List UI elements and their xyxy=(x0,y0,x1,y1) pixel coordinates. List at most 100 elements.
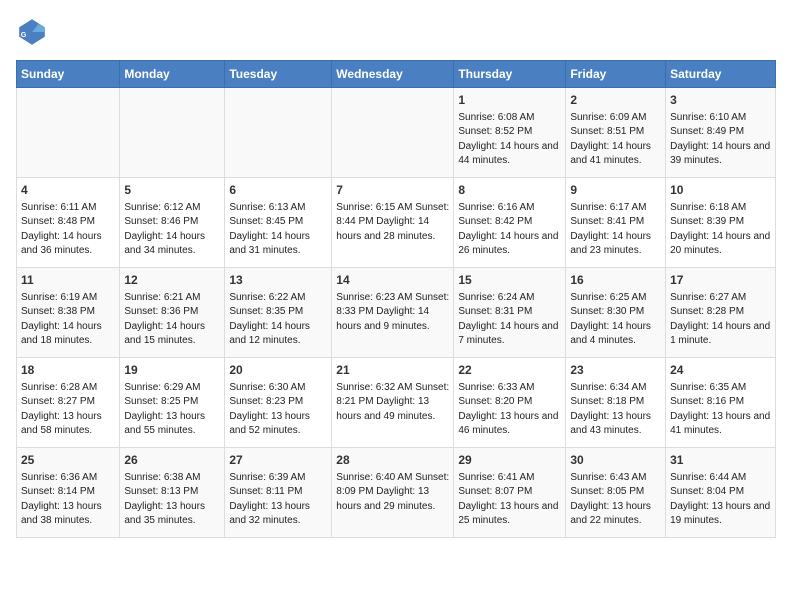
calendar-cell: 23 Sunrise: 6:34 AM Sunset: 8:18 PM Dayli… xyxy=(566,358,666,448)
cell-content: Sunrise: 6:38 AM Sunset: 8:13 PM Dayligh… xyxy=(124,471,220,529)
calendar-cell: 30Sunrise: 6:43 AM Sunset: 8:05 PM Dayli… xyxy=(566,448,666,538)
calendar-cell xyxy=(332,88,454,178)
calendar-cell: 26 Sunrise: 6:38 AM Sunset: 8:13 PM Dayli… xyxy=(120,448,225,538)
weekday-header-monday: Monday xyxy=(120,61,225,88)
cell-content: Sunrise: 6:23 AM Sunset: 8:33 PM Dayligh… xyxy=(336,291,449,335)
calendar-cell xyxy=(225,88,332,178)
cell-content: Sunrise: 6:24 AM Sunset: 8:31 PM Dayligh… xyxy=(458,291,561,349)
day-number: 17 xyxy=(670,272,771,289)
calendar-cell: 3 Sunrise: 6:10 AM Sunset: 8:49 PM Daylig… xyxy=(666,88,776,178)
calendar-cell: 17 Sunrise: 6:27 AM Sunset: 8:28 PM Dayli… xyxy=(666,268,776,358)
calendar-cell: 14 Sunrise: 6:23 AM Sunset: 8:33 PM Dayli… xyxy=(332,268,454,358)
calendar-cell: 21Sunrise: 6:32 AM Sunset: 8:21 PM Dayli… xyxy=(332,358,454,448)
calendar-cell: 18Sunrise: 6:28 AM Sunset: 8:27 PM Dayli… xyxy=(17,358,120,448)
cell-content: Sunrise: 6:39 AM Sunset: 8:11 PM Dayligh… xyxy=(229,471,327,529)
day-number: 3 xyxy=(670,92,771,109)
day-number: 9 xyxy=(570,182,661,199)
weekday-header-row: SundayMondayTuesdayWednesdayThursdayFrid… xyxy=(17,61,776,88)
cell-content: Sunrise: 6:22 AM Sunset: 8:35 PM Dayligh… xyxy=(229,291,327,349)
weekday-header-friday: Friday xyxy=(566,61,666,88)
day-number: 26 xyxy=(124,452,220,469)
day-number: 8 xyxy=(458,182,561,199)
day-number: 14 xyxy=(336,272,449,289)
day-number: 27 xyxy=(229,452,327,469)
cell-content: Sunrise: 6:29 AM Sunset: 8:25 PM Dayligh… xyxy=(124,381,220,439)
calendar-week-2: 4 Sunrise: 6:11 AM Sunset: 8:48 PM Daylig… xyxy=(17,178,776,268)
calendar-week-4: 18Sunrise: 6:28 AM Sunset: 8:27 PM Dayli… xyxy=(17,358,776,448)
calendar-body: 1 Sunrise: 6:08 AM Sunset: 8:52 PM Daylig… xyxy=(17,88,776,538)
cell-content: Sunrise: 6:25 AM Sunset: 8:30 PM Dayligh… xyxy=(570,291,661,349)
calendar-week-3: 11 Sunrise: 6:19 AM Sunset: 8:38 PM Dayli… xyxy=(17,268,776,358)
calendar-cell: 6 Sunrise: 6:13 AM Sunset: 8:45 PM Daylig… xyxy=(225,178,332,268)
cell-content: Sunrise: 6:34 AM Sunset: 8:18 PM Dayligh… xyxy=(570,381,661,439)
day-number: 20 xyxy=(229,362,327,379)
day-number: 28 xyxy=(336,452,449,469)
calendar-cell xyxy=(120,88,225,178)
calendar-cell: 1 Sunrise: 6:08 AM Sunset: 8:52 PM Daylig… xyxy=(454,88,566,178)
weekday-header-tuesday: Tuesday xyxy=(225,61,332,88)
calendar-cell: 28 Sunrise: 6:40 AM Sunset: 8:09 PM Dayli… xyxy=(332,448,454,538)
calendar-cell: 22 Sunrise: 6:33 AM Sunset: 8:20 PM Dayli… xyxy=(454,358,566,448)
calendar-cell: 7 Sunrise: 6:15 AM Sunset: 8:44 PM Daylig… xyxy=(332,178,454,268)
calendar-cell: 5 Sunrise: 6:12 AM Sunset: 8:46 PM Daylig… xyxy=(120,178,225,268)
calendar-cell: 24 Sunrise: 6:35 AM Sunset: 8:16 PM Dayli… xyxy=(666,358,776,448)
calendar-cell: 11 Sunrise: 6:19 AM Sunset: 8:38 PM Dayli… xyxy=(17,268,120,358)
calendar-cell: 25 Sunrise: 6:36 AM Sunset: 8:14 PM Dayli… xyxy=(17,448,120,538)
day-number: 12 xyxy=(124,272,220,289)
calendar-cell: 29Sunrise: 6:41 AM Sunset: 8:07 PM Dayli… xyxy=(454,448,566,538)
calendar-cell: 9 Sunrise: 6:17 AM Sunset: 8:41 PM Daylig… xyxy=(566,178,666,268)
calendar-week-5: 25 Sunrise: 6:36 AM Sunset: 8:14 PM Dayli… xyxy=(17,448,776,538)
calendar-header: SundayMondayTuesdayWednesdayThursdayFrid… xyxy=(17,61,776,88)
cell-content: Sunrise: 6:08 AM Sunset: 8:52 PM Dayligh… xyxy=(458,111,561,169)
calendar-table: SundayMondayTuesdayWednesdayThursdayFrid… xyxy=(16,60,776,538)
day-number: 1 xyxy=(458,92,561,109)
day-number: 7 xyxy=(336,182,449,199)
header: G xyxy=(16,16,776,48)
weekday-header-wednesday: Wednesday xyxy=(332,61,454,88)
day-number: 23 xyxy=(570,362,661,379)
day-number: 25 xyxy=(21,452,115,469)
cell-content: Sunrise: 6:10 AM Sunset: 8:49 PM Dayligh… xyxy=(670,111,771,169)
calendar-cell: 27 Sunrise: 6:39 AM Sunset: 8:11 PM Dayli… xyxy=(225,448,332,538)
calendar-cell: 10Sunrise: 6:18 AM Sunset: 8:39 PM Dayli… xyxy=(666,178,776,268)
cell-content: Sunrise: 6:13 AM Sunset: 8:45 PM Dayligh… xyxy=(229,201,327,259)
calendar-cell: 4 Sunrise: 6:11 AM Sunset: 8:48 PM Daylig… xyxy=(17,178,120,268)
cell-content: Sunrise: 6:15 AM Sunset: 8:44 PM Dayligh… xyxy=(336,201,449,245)
day-number: 5 xyxy=(124,182,220,199)
calendar-week-1: 1 Sunrise: 6:08 AM Sunset: 8:52 PM Daylig… xyxy=(17,88,776,178)
cell-content: Sunrise: 6:11 AM Sunset: 8:48 PM Dayligh… xyxy=(21,201,115,259)
cell-content: Sunrise: 6:30 AM Sunset: 8:23 PM Dayligh… xyxy=(229,381,327,439)
weekday-header-sunday: Sunday xyxy=(17,61,120,88)
calendar-cell: 12 Sunrise: 6:21 AM Sunset: 8:36 PM Dayli… xyxy=(120,268,225,358)
calendar-cell xyxy=(17,88,120,178)
day-number: 19 xyxy=(124,362,220,379)
cell-content: Sunrise: 6:33 AM Sunset: 8:20 PM Dayligh… xyxy=(458,381,561,439)
cell-content: Sunrise: 6:09 AM Sunset: 8:51 PM Dayligh… xyxy=(570,111,661,169)
day-number: 13 xyxy=(229,272,327,289)
day-number: 11 xyxy=(21,272,115,289)
day-number: 21 xyxy=(336,362,449,379)
day-number: 22 xyxy=(458,362,561,379)
logo: G xyxy=(16,16,52,48)
cell-content: Sunrise: 6:16 AM Sunset: 8:42 PM Dayligh… xyxy=(458,201,561,259)
day-number: 29 xyxy=(458,452,561,469)
cell-content: Sunrise: 6:17 AM Sunset: 8:41 PM Dayligh… xyxy=(570,201,661,259)
logo-icon: G xyxy=(16,16,48,48)
cell-content: Sunrise: 6:21 AM Sunset: 8:36 PM Dayligh… xyxy=(124,291,220,349)
day-number: 4 xyxy=(21,182,115,199)
cell-content: Sunrise: 6:35 AM Sunset: 8:16 PM Dayligh… xyxy=(670,381,771,439)
day-number: 24 xyxy=(670,362,771,379)
calendar-cell: 16 Sunrise: 6:25 AM Sunset: 8:30 PM Dayli… xyxy=(566,268,666,358)
cell-content: Sunrise: 6:36 AM Sunset: 8:14 PM Dayligh… xyxy=(21,471,115,529)
cell-content: Sunrise: 6:12 AM Sunset: 8:46 PM Dayligh… xyxy=(124,201,220,259)
day-number: 6 xyxy=(229,182,327,199)
cell-content: Sunrise: 6:27 AM Sunset: 8:28 PM Dayligh… xyxy=(670,291,771,349)
cell-content: Sunrise: 6:40 AM Sunset: 8:09 PM Dayligh… xyxy=(336,471,449,515)
day-number: 18 xyxy=(21,362,115,379)
day-number: 31 xyxy=(670,452,771,469)
calendar-cell: 31Sunrise: 6:44 AM Sunset: 8:04 PM Dayli… xyxy=(666,448,776,538)
day-number: 16 xyxy=(570,272,661,289)
calendar-cell: 19 Sunrise: 6:29 AM Sunset: 8:25 PM Dayli… xyxy=(120,358,225,448)
calendar-cell: 15Sunrise: 6:24 AM Sunset: 8:31 PM Dayli… xyxy=(454,268,566,358)
cell-content: Sunrise: 6:19 AM Sunset: 8:38 PM Dayligh… xyxy=(21,291,115,349)
